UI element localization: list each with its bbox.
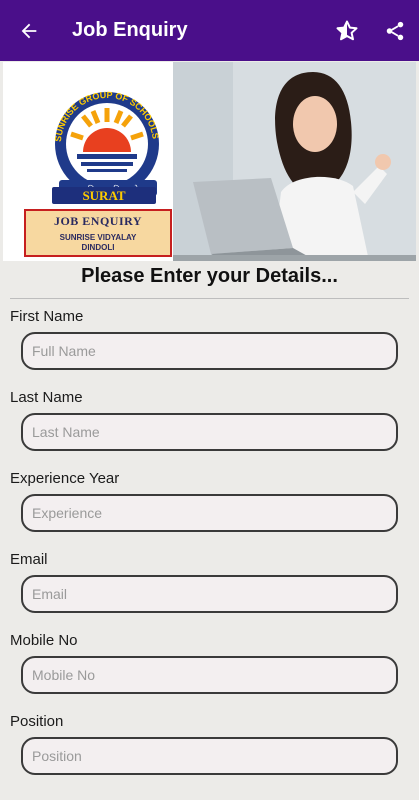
star-half-icon: [336, 20, 358, 40]
last-name-input[interactable]: [21, 413, 398, 451]
photo-illustration: [173, 62, 416, 261]
first-name-input[interactable]: [21, 332, 398, 370]
city-label: SURAT: [52, 187, 156, 204]
experience-year-label: Experience Year: [10, 470, 120, 487]
position-input[interactable]: [21, 737, 398, 775]
banner-caption-line2: DINDOLI: [81, 243, 115, 252]
arrow-back-icon: [21, 23, 37, 38]
banner-caption-title: JOB ENQUIRY: [53, 214, 143, 228]
form-heading: Please Enter your Details...: [81, 265, 338, 287]
last-name-label: Last Name: [10, 389, 83, 406]
position-label: Position: [10, 713, 64, 730]
email-input[interactable]: [21, 575, 398, 613]
first-name-label: First Name: [10, 308, 84, 325]
mobile-no-label: Mobile No: [10, 632, 78, 649]
banner-caption-subtitle: SUNRISE VIDYALAY DINDOLI: [26, 233, 170, 253]
app-bar: Job Enquiry: [0, 0, 419, 61]
page-title: Job Enquiry: [72, 19, 188, 41]
mobile-no-input[interactable]: [21, 656, 398, 694]
back-button[interactable]: [0, 0, 58, 61]
favorite-button[interactable]: [323, 0, 371, 61]
share-button[interactable]: [371, 0, 419, 61]
email-label: Email: [10, 551, 48, 568]
banner-caption-line1: SUNRISE VIDYALAY: [59, 233, 137, 242]
divider: [10, 298, 409, 299]
share-icon: [386, 21, 404, 40]
banner-caption-box: JOB ENQUIRY SUNRISE VIDYALAY DINDOLI: [24, 209, 172, 257]
woman-laptop-photo: [173, 62, 416, 261]
experience-input[interactable]: [21, 494, 398, 532]
